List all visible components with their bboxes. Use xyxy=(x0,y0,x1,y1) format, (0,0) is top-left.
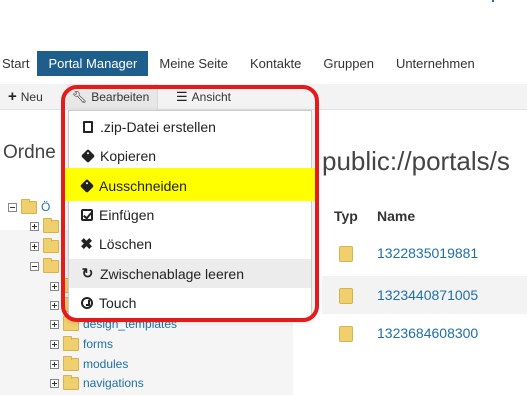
tag-icon xyxy=(79,178,94,193)
menu-item-delete[interactable]: ✖ Löschen xyxy=(68,229,312,258)
file-name-link[interactable]: 1323684608300 xyxy=(377,325,478,341)
file-name-link[interactable]: 1323440871005 xyxy=(377,287,478,303)
toolbar: + Neu 🔧︎ Bearbeiten ☰ Ansicht xyxy=(0,84,527,110)
tree-item-forms[interactable]: forms xyxy=(50,335,113,353)
refresh-icon: ↻ xyxy=(81,265,94,281)
folder-icon xyxy=(21,198,37,214)
collapse-icon[interactable] xyxy=(30,261,39,271)
nav-item-meine-seite[interactable]: Meine Seite xyxy=(148,51,239,76)
edit-button[interactable]: 🔧︎ Bearbeiten xyxy=(66,84,159,110)
current-path: public://portals/s xyxy=(322,146,510,176)
menu-item-label: Zwischenablage leeren xyxy=(100,265,244,282)
wrench-icon: 🔧︎ xyxy=(72,90,88,104)
folder-icon xyxy=(63,374,79,390)
new-button-label: Neu xyxy=(20,90,43,104)
folder-icon xyxy=(339,246,353,262)
view-button-label: Ansicht xyxy=(191,90,232,104)
folder-icon xyxy=(63,355,79,371)
menu-item-touch[interactable]: Touch xyxy=(68,288,312,317)
close-icon: ✖ xyxy=(80,235,93,253)
table-row[interactable]: 1323684608300 xyxy=(322,314,527,352)
tree-item-label: design_templates xyxy=(83,317,178,331)
menu-item-label: Einfügen xyxy=(99,206,155,223)
menu-item-label: Kopieren xyxy=(100,147,157,164)
folder-icon xyxy=(339,326,353,342)
expand-icon[interactable] xyxy=(30,221,39,231)
expand-icon[interactable] xyxy=(50,378,59,388)
menu-item-label: Touch xyxy=(99,294,137,311)
file-name-link[interactable]: 1322835019881 xyxy=(377,245,478,261)
nav-item-portal-manager[interactable]: Portal Manager xyxy=(37,51,149,76)
menu-item-clear-clipboard[interactable]: ↻ Zwischenablage leeren xyxy=(69,259,311,288)
folder-icon xyxy=(63,335,79,351)
column-header-name[interactable]: Name xyxy=(377,208,415,224)
tag-icon xyxy=(80,148,95,163)
expand-icon[interactable] xyxy=(50,339,59,349)
tree-item-modules[interactable]: modules xyxy=(50,355,128,373)
expand-icon[interactable] xyxy=(50,300,59,310)
menu-item-label: Löschen xyxy=(99,235,152,252)
tree-item-label: navigations xyxy=(83,376,144,390)
tree-item-label: modules xyxy=(83,357,129,371)
menu-item-zip[interactable]: .zip-Datei erstellen xyxy=(69,112,311,141)
menu-item-cut[interactable]: Ausschneiden xyxy=(68,171,312,200)
tree-item[interactable] xyxy=(30,217,59,235)
plus-icon: + xyxy=(8,88,17,105)
tree-item-label: forms xyxy=(83,337,113,351)
tree-item[interactable] xyxy=(30,237,59,255)
list-icon: ☰ xyxy=(176,89,188,104)
table-row[interactable]: 1323440871005 xyxy=(322,276,527,314)
tree-item[interactable] xyxy=(30,257,59,275)
collapse-icon[interactable] xyxy=(8,202,17,212)
menu-item-copy[interactable]: Kopieren xyxy=(69,141,311,170)
new-button[interactable]: + Neu xyxy=(8,84,43,110)
folders-heading: Ordne xyxy=(3,142,56,163)
file-icon xyxy=(81,120,94,133)
menu-item-label: Ausschneiden xyxy=(99,177,187,194)
tree-root[interactable]: Ö xyxy=(8,198,50,216)
corner-dot xyxy=(492,0,494,2)
tree-item-navigations[interactable]: navigations xyxy=(50,374,144,392)
nav-item-gruppen[interactable]: Gruppen xyxy=(312,51,385,76)
folder-icon xyxy=(43,217,59,233)
nav-item-start[interactable]: Start xyxy=(0,51,37,76)
table-row[interactable]: 1322835019881 xyxy=(322,234,527,272)
expand-icon[interactable] xyxy=(50,281,59,291)
folder-icon xyxy=(43,237,59,253)
edit-button-label: Bearbeiten xyxy=(91,90,150,104)
folder-icon xyxy=(339,288,353,304)
column-header-type[interactable]: Typ xyxy=(334,208,358,224)
folder-icon xyxy=(63,315,79,331)
check-icon xyxy=(80,208,93,221)
nav-item-unternehmen[interactable]: Unternehmen xyxy=(385,51,486,76)
clock-icon xyxy=(80,296,93,309)
view-button[interactable]: ☰ Ansicht xyxy=(170,84,237,110)
expand-icon[interactable] xyxy=(50,319,59,329)
menu-item-paste[interactable]: Einfügen xyxy=(68,200,312,229)
expand-icon[interactable] xyxy=(50,359,59,369)
folder-icon xyxy=(43,257,59,273)
expand-icon[interactable] xyxy=(30,241,39,251)
nav-item-kontakte[interactable]: Kontakte xyxy=(239,51,312,76)
main-navigation: Start Portal Manager Meine Seite Kontakt… xyxy=(0,51,527,76)
tree-root-label: Ö xyxy=(41,200,51,214)
menu-item-label: .zip-Datei erstellen xyxy=(100,118,216,135)
